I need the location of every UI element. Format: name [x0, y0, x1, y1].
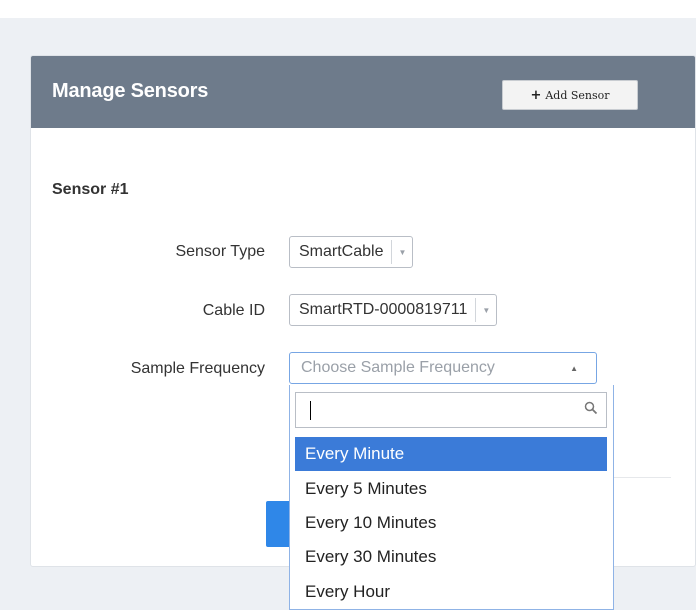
sample-frequency-placeholder: Choose Sample Frequency: [301, 359, 495, 376]
dropdown-search-input[interactable]: [302, 397, 576, 425]
sensor-section-title: Sensor #1: [52, 181, 129, 198]
cable-id-label: Cable ID: [202, 302, 265, 319]
page-top-bar: [0, 0, 696, 18]
add-sensor-button[interactable]: + Add Sensor: [502, 80, 638, 110]
text-cursor: [310, 401, 311, 420]
sensor-type-label: Sensor Type: [175, 243, 265, 260]
sensor-type-select[interactable]: SmartCable ▼: [289, 236, 414, 268]
dropdown-search-box[interactable]: [295, 392, 607, 428]
sensor-type-value: SmartCable: [299, 243, 384, 260]
cable-id-select[interactable]: SmartRTD-0000819711 ▼: [289, 294, 498, 326]
chevron-up-icon: ▲: [570, 363, 578, 373]
sample-frequency-select[interactable]: Choose Sample Frequency ▲: [289, 352, 597, 384]
option-every-5-minutes[interactable]: Every 5 Minutes: [295, 472, 607, 506]
option-every-minute[interactable]: Every Minute: [295, 437, 607, 471]
option-every-hour[interactable]: Every Hour: [295, 575, 607, 609]
option-every-30-minutes[interactable]: Every 30 Minutes: [295, 540, 607, 574]
search-icon: [584, 401, 598, 415]
cable-id-value: SmartRTD-0000819711: [299, 301, 468, 318]
plus-icon: +: [530, 87, 542, 103]
sample-frequency-dropdown: Every Minute Every 5 Minutes Every 10 Mi…: [289, 385, 614, 610]
option-every-10-minutes[interactable]: Every 10 Minutes: [295, 506, 607, 540]
add-sensor-label: Add Sensor: [545, 88, 610, 102]
panel-header: Manage Sensors + Add Sensor: [31, 56, 695, 128]
chevron-down-icon: ▼: [391, 240, 412, 264]
chevron-down-icon: ▼: [475, 298, 496, 322]
panel-title: Manage Sensors: [52, 80, 209, 102]
sample-frequency-label: Sample Frequency: [130, 360, 265, 377]
